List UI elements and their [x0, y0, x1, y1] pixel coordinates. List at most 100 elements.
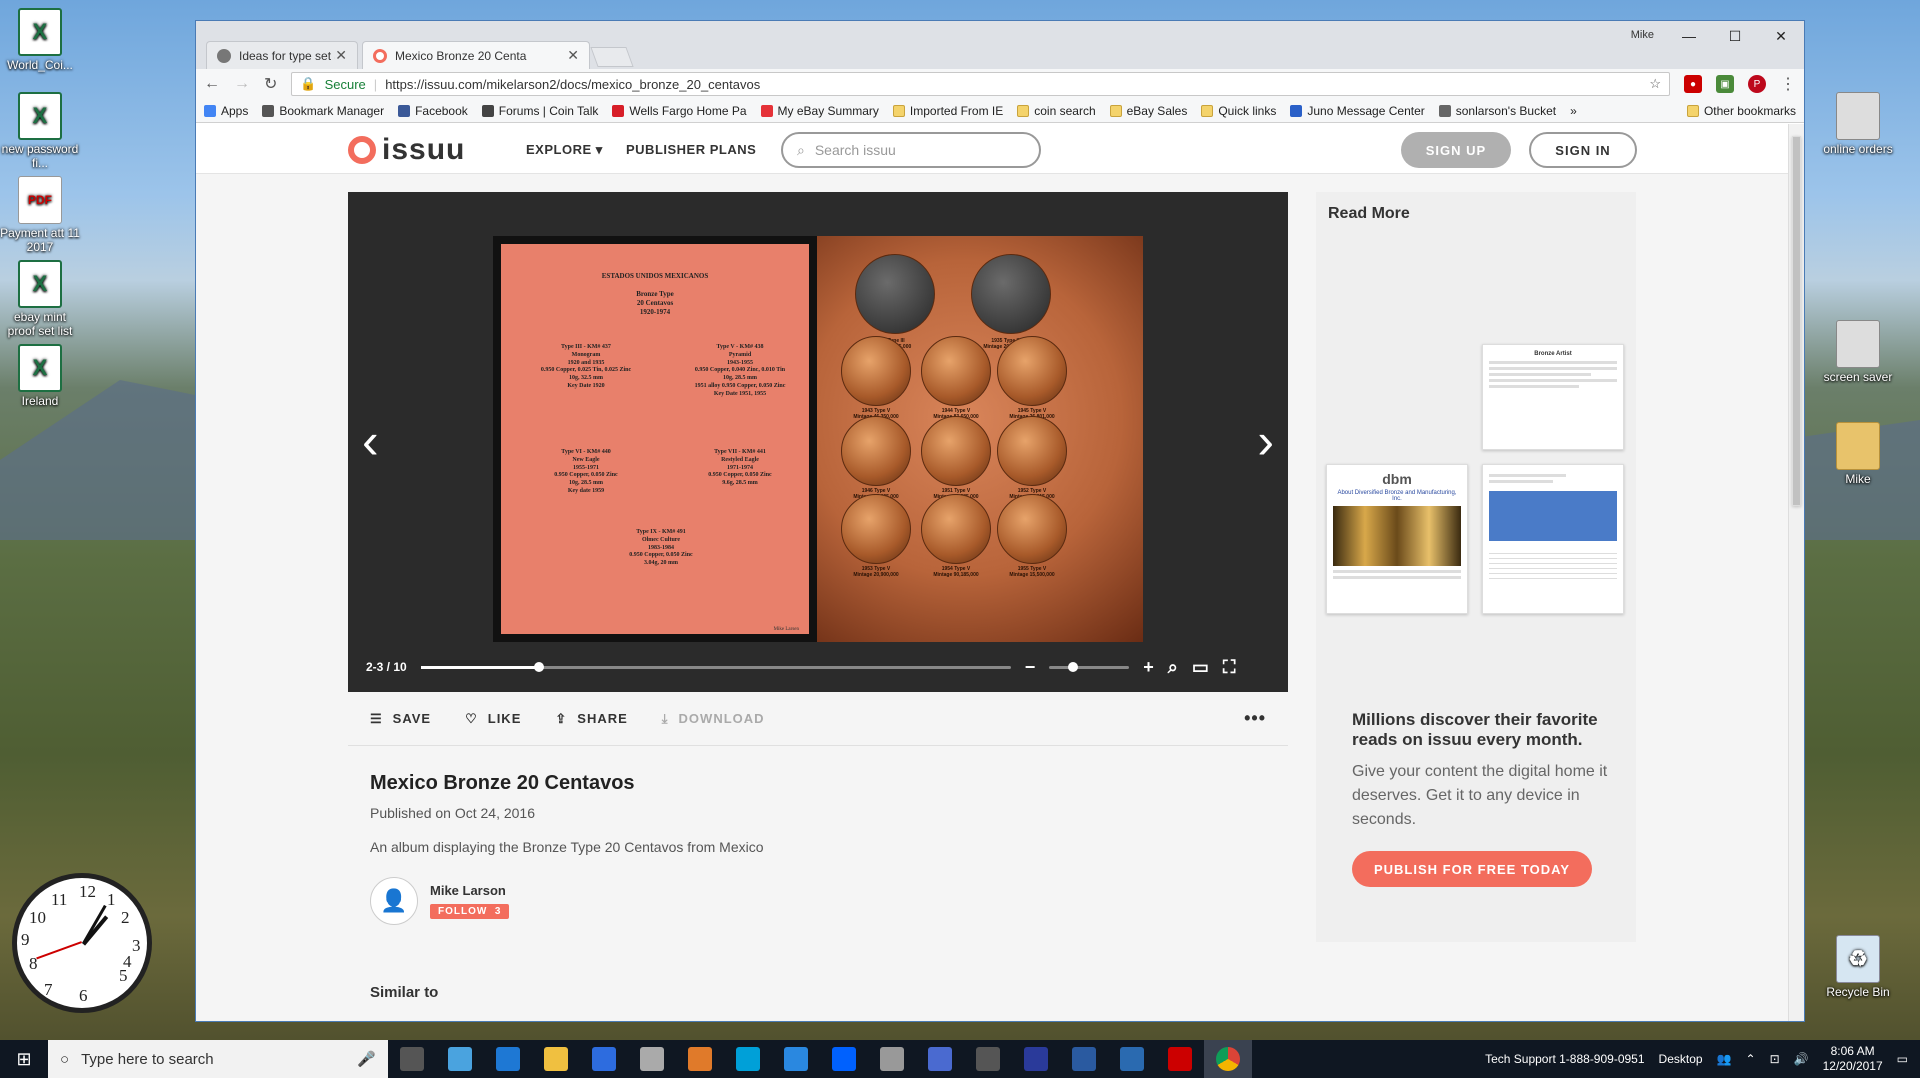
bookmark-item[interactable]: Facebook: [398, 104, 468, 118]
issuu-logo[interactable]: issuu: [348, 133, 465, 167]
app-taskbar-icon[interactable]: [964, 1040, 1012, 1078]
bookmark-item[interactable]: coin search: [1017, 104, 1096, 118]
tab-mexico-bronze[interactable]: Mexico Bronze 20 Centa ✕: [362, 41, 590, 69]
extension-icon[interactable]: ▣: [1716, 75, 1734, 93]
sign-up-button[interactable]: SIGN UP: [1401, 132, 1511, 168]
address-bar[interactable]: 🔒 Secure | https://issuu.com/mikelarson2…: [291, 72, 1670, 96]
desktop-icon[interactable]: screen saver: [1818, 320, 1898, 384]
publisher-plans-link[interactable]: PUBLISHER PLANS: [626, 142, 756, 157]
app-taskbar-icon[interactable]: [676, 1040, 724, 1078]
page-progress-slider[interactable]: [420, 661, 1011, 672]
app-taskbar-icon[interactable]: [1012, 1040, 1060, 1078]
share-button[interactable]: ⇪ SHARE: [555, 711, 627, 727]
author-name[interactable]: Mike Larson: [430, 883, 509, 898]
desktop-icon[interactable]: online orders: [1818, 92, 1898, 156]
publish-for-free-button[interactable]: PUBLISH FOR FREE TODAY: [1352, 851, 1592, 887]
app-taskbar-icon[interactable]: [916, 1040, 964, 1078]
action-center-icon[interactable]: ▭: [1897, 1052, 1908, 1066]
store-taskbar-icon[interactable]: [580, 1040, 628, 1078]
bookmark-item[interactable]: Quick links: [1201, 104, 1276, 118]
bookmark-item[interactable]: Bookmark Manager: [262, 104, 384, 118]
previous-page-icon[interactable]: ‹: [362, 412, 379, 470]
reload-icon[interactable]: ↻: [264, 74, 277, 94]
page-scrollbar[interactable]: [1788, 124, 1804, 1021]
windows-start-icon[interactable]: ⊞: [0, 1040, 48, 1078]
tray-overflow-icon[interactable]: ⌃: [1746, 1052, 1756, 1066]
bookmark-item[interactable]: My eBay Summary: [760, 104, 879, 118]
app-taskbar-icon[interactable]: [628, 1040, 676, 1078]
skype-taskbar-icon[interactable]: [724, 1040, 772, 1078]
file-explorer-taskbar-icon[interactable]: [532, 1040, 580, 1078]
bookmark-item[interactable]: Imported From IE: [892, 104, 1003, 118]
bookmark-item[interactable]: Juno Message Center: [1290, 104, 1425, 118]
tab-close-icon[interactable]: ✕: [567, 47, 579, 64]
desktop-icon[interactable]: Mike: [1818, 422, 1898, 486]
bookmark-item[interactable]: Apps: [204, 104, 248, 118]
close-window-button[interactable]: ✕: [1758, 28, 1804, 45]
related-doc-thumbnail[interactable]: dbm About Diversified Bronze and Manufac…: [1326, 464, 1468, 614]
app-taskbar-icon[interactable]: [1156, 1040, 1204, 1078]
bookmark-item[interactable]: sonlarson's Bucket: [1438, 104, 1556, 118]
network-icon[interactable]: ⊡: [1770, 1052, 1780, 1066]
progress-handle[interactable]: [533, 661, 544, 672]
single-page-view-icon[interactable]: ▭: [1192, 657, 1209, 678]
chrome-taskbar-icon[interactable]: [1204, 1040, 1252, 1078]
sign-in-button[interactable]: SIGN IN: [1529, 132, 1637, 168]
desktop-icon[interactable]: ♻ Recycle Bin: [1818, 935, 1898, 999]
related-doc-thumbnail[interactable]: [1482, 464, 1624, 614]
taskbar-search-input[interactable]: ○ Type here to search 🎤: [48, 1040, 388, 1078]
maximize-button[interactable]: ☐: [1712, 28, 1758, 45]
forward-icon[interactable]: →: [234, 75, 250, 93]
microphone-icon[interactable]: 🎤: [357, 1050, 376, 1068]
desktop-icon[interactable]: Xnew password fi...: [0, 92, 80, 170]
app-taskbar-icon[interactable]: [1060, 1040, 1108, 1078]
desktop-icon[interactable]: Xebay mint proof set list: [0, 260, 80, 338]
zoom-in-icon[interactable]: +: [1143, 657, 1154, 678]
desktop-icon[interactable]: PDF Payment att 11 2017: [0, 176, 80, 254]
back-icon[interactable]: ←: [204, 75, 220, 93]
scrollbar-thumb[interactable]: [1792, 136, 1801, 506]
profile-name[interactable]: Mike: [1631, 29, 1654, 41]
app-taskbar-icon[interactable]: [1108, 1040, 1156, 1078]
fullscreen-icon[interactable]: ⛶: [1223, 657, 1236, 678]
explore-menu[interactable]: EXPLORE ▾: [526, 142, 603, 158]
like-button[interactable]: ♡ LIKE: [465, 711, 521, 727]
next-page-icon[interactable]: ›: [1257, 412, 1274, 470]
desktop-icon[interactable]: X Ireland: [0, 344, 80, 408]
desktop-toolbar[interactable]: Desktop: [1659, 1052, 1703, 1066]
minimize-button[interactable]: —: [1666, 28, 1712, 44]
new-tab-button[interactable]: [590, 47, 634, 67]
zoom-out-icon[interactable]: −: [1025, 657, 1036, 678]
related-doc-thumbnail[interactable]: Bronze Artist: [1482, 344, 1624, 450]
app-taskbar-icon[interactable]: [772, 1040, 820, 1078]
task-view-taskbar-icon[interactable]: [388, 1040, 436, 1078]
volume-icon[interactable]: 🔊: [1794, 1052, 1809, 1066]
bookmark-star-icon[interactable]: ☆: [1649, 76, 1661, 92]
bookmark-item[interactable]: eBay Sales: [1109, 104, 1187, 118]
app-taskbar-icon[interactable]: [868, 1040, 916, 1078]
download-button[interactable]: ⤓ DOWNLOAD: [662, 711, 765, 727]
system-clock[interactable]: 8:06 AM 12/20/2017: [1823, 1044, 1883, 1074]
people-icon[interactable]: 👥: [1717, 1052, 1732, 1066]
adblock-extension-icon[interactable]: ●: [1684, 75, 1702, 93]
more-options-icon[interactable]: •••: [1244, 708, 1266, 729]
tab-close-icon[interactable]: ✕: [335, 47, 347, 64]
app-taskbar-icon[interactable]: [436, 1040, 484, 1078]
save-button[interactable]: ☰ SAVE: [370, 711, 431, 727]
author-avatar[interactable]: 👤: [370, 877, 418, 925]
bookmark-item[interactable]: Wells Fargo Home Pa: [612, 104, 747, 118]
other-bookmarks[interactable]: Other bookmarks: [1686, 104, 1796, 118]
menu-kebab-icon[interactable]: ⋮: [1780, 74, 1796, 94]
search-input[interactable]: ⌕ Search issuu: [781, 132, 1041, 168]
magnify-icon[interactable]: ⌕: [1168, 657, 1178, 678]
zoom-handle[interactable]: [1068, 661, 1079, 672]
dropbox-taskbar-icon[interactable]: [820, 1040, 868, 1078]
follow-button[interactable]: FOLLOW 3: [430, 904, 510, 919]
zoom-slider[interactable]: [1049, 661, 1130, 672]
pinterest-icon[interactable]: P: [1748, 75, 1766, 93]
edge-taskbar-icon[interactable]: [484, 1040, 532, 1078]
tab-ideas-for-type-set[interactable]: Ideas for type set album ✕: [206, 41, 358, 69]
desktop-icon[interactable]: X World_Coi...: [0, 8, 80, 72]
bookmarks-overflow-button[interactable]: »: [1570, 104, 1577, 118]
bookmark-item[interactable]: Forums | Coin Talk: [481, 104, 598, 118]
